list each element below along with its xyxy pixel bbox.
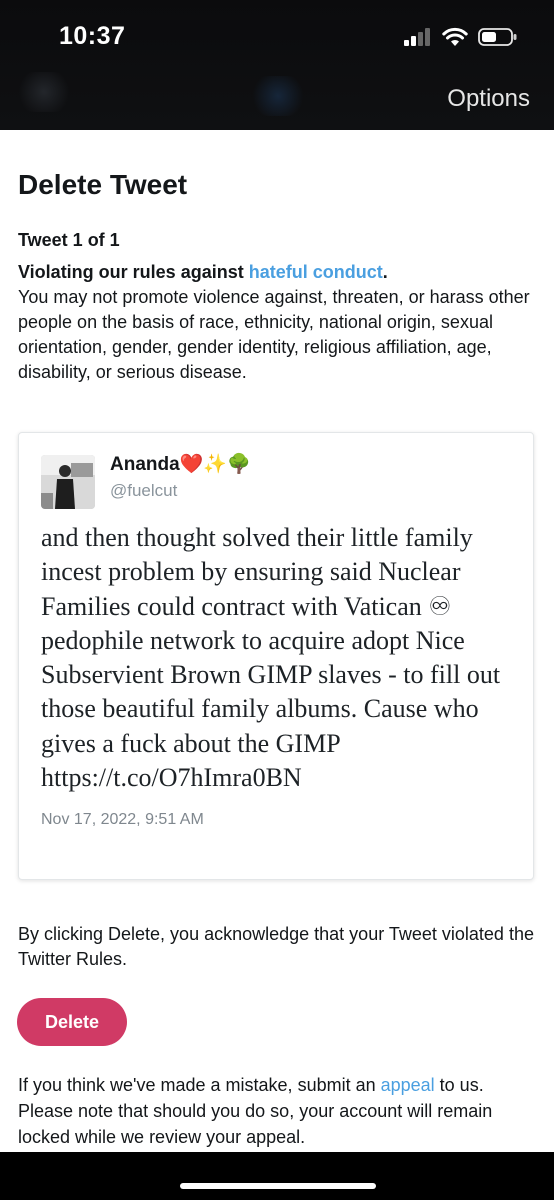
options-button[interactable]: Options <box>447 85 530 113</box>
appeal-link[interactable]: appeal <box>381 1075 435 1095</box>
rule-description: You may not promote violence against, th… <box>18 287 530 382</box>
page-title: Delete Tweet <box>18 169 188 200</box>
hateful-conduct-link[interactable]: hateful conduct <box>249 262 383 282</box>
tweet-author-name: Ananda❤️✨🌳 <box>110 453 251 477</box>
status-icons <box>404 26 518 48</box>
sparkles-emoji-icon: ✨ <box>203 454 228 475</box>
heart-emoji-icon: ❤️ <box>179 454 204 475</box>
bottom-bar <box>0 1152 554 1200</box>
tweet-text: and then thought solved their little fam… <box>41 523 501 793</box>
appeal-prefix: If you think we've made a mistake, submi… <box>18 1075 381 1095</box>
blurred-nav-element <box>248 76 308 116</box>
tweet-timestamp: Nov 17, 2022, 9:51 AM <box>41 811 204 828</box>
delete-button[interactable]: Delete <box>17 998 127 1046</box>
acknowledge-text: By clicking Delete, you acknowledge that… <box>18 924 534 969</box>
cellular-signal-icon <box>404 28 430 46</box>
avatar-photo-icon <box>41 455 95 509</box>
main-content: Delete Tweet Tweet 1 of 1 Violating our … <box>18 130 538 385</box>
avatar <box>41 455 95 509</box>
home-indicator[interactable] <box>180 1183 376 1189</box>
status-time: 10:37 <box>59 22 126 50</box>
battery-icon <box>478 28 517 46</box>
author-display-name: Ananda <box>110 454 180 475</box>
violation-suffix: . <box>382 262 388 282</box>
violation-prefix: Violating our rules against <box>18 262 249 282</box>
wifi-icon <box>442 27 468 46</box>
top-navigation-bar: 10:37 Options <box>0 0 554 130</box>
tree-emoji-icon: 🌳 <box>227 454 251 475</box>
tweet-count: Tweet 1 of 1 <box>18 230 120 250</box>
blurred-nav-element <box>14 72 74 112</box>
tweet-card: Ananda❤️✨🌳 @fuelcut and then thought sol… <box>18 432 534 880</box>
appeal-notice: If you think we've made a mistake, submi… <box>18 1072 540 1150</box>
tweet-author-handle: @fuelcut <box>110 481 178 500</box>
violation-heading: Violating our rules against hateful cond… <box>18 260 538 284</box>
